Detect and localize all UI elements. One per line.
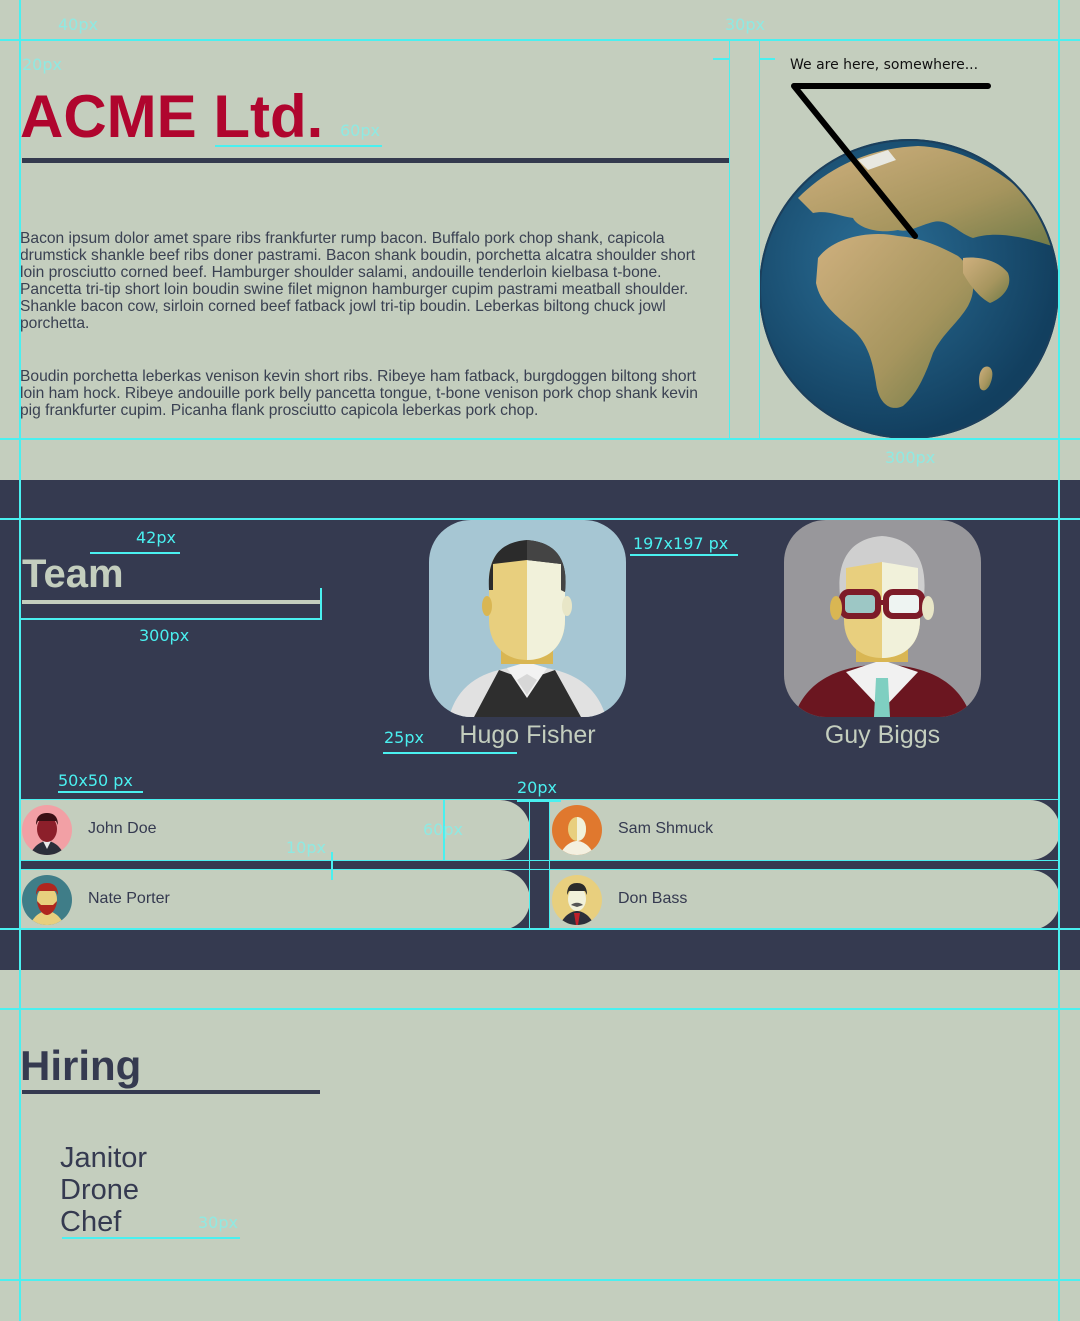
guide-label: 20px <box>517 778 557 797</box>
guide-label: 60px <box>423 820 463 839</box>
guide-label: 60px <box>340 121 380 140</box>
hiring-title-underline <box>22 1090 320 1094</box>
guide-label: 20px <box>22 55 62 74</box>
guide-line <box>20 869 1060 870</box>
company-title: ACME Ltd. <box>20 83 324 150</box>
guide-tick <box>713 58 729 60</box>
about-paragraph-1: Bacon ipsum dolor amet spare ribs frankf… <box>20 230 696 332</box>
guide-tick <box>62 1237 240 1239</box>
guide-line <box>0 438 1080 440</box>
guide-line <box>1058 0 1060 1321</box>
guide-line <box>729 40 730 438</box>
member-name: Don Bass <box>618 890 688 907</box>
header-underline <box>22 158 729 163</box>
guide-line <box>0 39 1080 41</box>
guide-tick <box>383 752 517 754</box>
guide-tick <box>20 618 322 620</box>
globe-caption: We are here, somewhere... <box>790 57 979 73</box>
guide-tick <box>759 58 775 60</box>
guide-tick <box>630 554 738 556</box>
guide-label: 40px <box>58 15 98 34</box>
guide-tick <box>331 852 333 880</box>
avatar-man-glasses-icon[interactable] <box>784 520 981 717</box>
globe-pointer-line <box>791 83 991 239</box>
about-paragraph-2: Boudin porchetta leberkas venison kevin … <box>20 368 698 419</box>
guide-line <box>549 800 550 928</box>
avatar-bearded-man-icon <box>22 875 72 925</box>
guide-label: 30px <box>198 1213 238 1232</box>
team-title-underline <box>22 600 320 604</box>
member-name: John Doe <box>88 820 157 837</box>
lead-name-guy: Guy Biggs <box>824 721 941 749</box>
member-card-sam[interactable]: Sam Shmuck <box>550 800 1060 860</box>
guide-tick <box>58 791 143 793</box>
guide-line <box>19 0 21 1321</box>
job-item[interactable]: Janitor <box>60 1142 147 1174</box>
guide-line <box>529 800 530 928</box>
guide-label: 30px <box>725 15 765 34</box>
guide-label: 42px <box>136 528 176 547</box>
guide-line <box>0 1279 1080 1281</box>
guide-tick <box>320 588 322 620</box>
avatar-mustache-man-icon <box>552 875 602 925</box>
avatar-man-vest-icon[interactable] <box>429 520 626 717</box>
guide-line <box>0 1008 1080 1010</box>
avatar-orange-man-icon <box>552 805 602 855</box>
guide-tick <box>215 145 382 147</box>
member-card-don[interactable]: Don Bass <box>550 870 1060 930</box>
guide-tick <box>90 552 180 554</box>
guide-line <box>0 928 1080 930</box>
guide-label: 50x50 px <box>58 771 133 790</box>
guide-line <box>759 40 760 438</box>
avatar-red-man-icon <box>22 805 72 855</box>
guide-line <box>20 860 1060 861</box>
hiring-title: Hiring <box>20 1042 142 1089</box>
lead-name-hugo: Hugo Fisher <box>459 721 596 749</box>
member-name: Nate Porter <box>88 890 170 907</box>
member-card-nate[interactable]: Nate Porter <box>20 870 530 930</box>
team-title: Team <box>22 552 124 596</box>
guide-tick <box>517 800 561 802</box>
job-item[interactable]: Chef <box>60 1206 147 1238</box>
member-name: Sam Shmuck <box>618 820 714 837</box>
guide-line <box>0 518 1080 520</box>
guide-label: 300px <box>139 626 190 645</box>
guide-label: 25px <box>384 728 424 747</box>
job-list: Janitor Drone Chef <box>60 1142 147 1238</box>
guide-label: 10px <box>286 838 326 857</box>
job-item[interactable]: Drone <box>60 1174 147 1206</box>
guide-label: 197x197 px <box>633 534 729 553</box>
guide-label: 300px <box>885 448 936 467</box>
